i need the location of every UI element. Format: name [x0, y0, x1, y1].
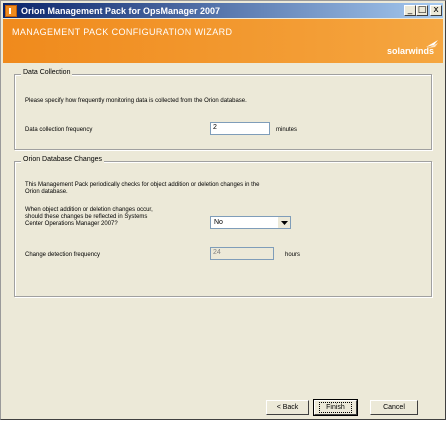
finish-button-label: Finish: [319, 402, 352, 413]
wizard-window: Orion Management Pack for OpsManager 200…: [0, 0, 446, 420]
orion-database-changes-group: Orion Database Changes This Management P…: [14, 156, 432, 297]
orion-changes-description-line1: This Management Pack periodically checks…: [25, 182, 260, 188]
data-collection-legend: Data Collection: [21, 69, 73, 76]
banner-title: MANAGEMENT PACK CONFIGURATION WIZARD: [12, 27, 233, 37]
data-collection-group: Data Collection Please specify how frequ…: [14, 69, 432, 150]
cancel-button[interactable]: Cancel: [370, 400, 418, 415]
maximize-button[interactable]: □: [416, 5, 428, 16]
brand-logo-text: solarwinds: [386, 46, 434, 56]
reflect-changes-select[interactable]: No: [210, 216, 291, 229]
data-collection-frequency-input[interactable]: 2: [210, 122, 270, 135]
finish-button[interactable]: Finish: [313, 399, 358, 416]
change-detection-frequency-label: Change detection frequency: [25, 252, 101, 258]
orion-changes-legend: Orion Database Changes: [21, 156, 104, 163]
app-icon: [5, 4, 17, 17]
reflect-changes-value: No: [214, 219, 223, 226]
window-title: Orion Management Pack for OpsManager 200…: [21, 5, 221, 16]
orion-changes-question-line3: Center Operations Manager 2007?: [25, 221, 118, 227]
orion-changes-question-line2: should these changes be reflected in Sys…: [25, 214, 148, 220]
change-detection-frequency-input[interactable]: 24: [210, 247, 274, 260]
wizard-banner: MANAGEMENT PACK CONFIGURATION WIZARD sol…: [3, 19, 443, 63]
close-button[interactable]: x: [430, 5, 442, 16]
title-bar[interactable]: Orion Management Pack for OpsManager 200…: [3, 3, 443, 18]
dropdown-arrow-icon[interactable]: [277, 217, 290, 228]
change-detection-frequency-unit: hours: [285, 252, 301, 258]
data-collection-frequency-unit: minutes: [276, 127, 298, 133]
data-collection-frequency-label: Data collection frequency: [25, 127, 93, 133]
orion-changes-question-line1: When object addition or deletion changes…: [25, 207, 153, 213]
back-button[interactable]: < Back: [266, 400, 309, 415]
data-collection-description: Please specify how frequently monitoring…: [25, 98, 247, 104]
minimize-button[interactable]: _: [404, 5, 416, 16]
orion-changes-description-line2: Orion database.: [25, 189, 68, 195]
